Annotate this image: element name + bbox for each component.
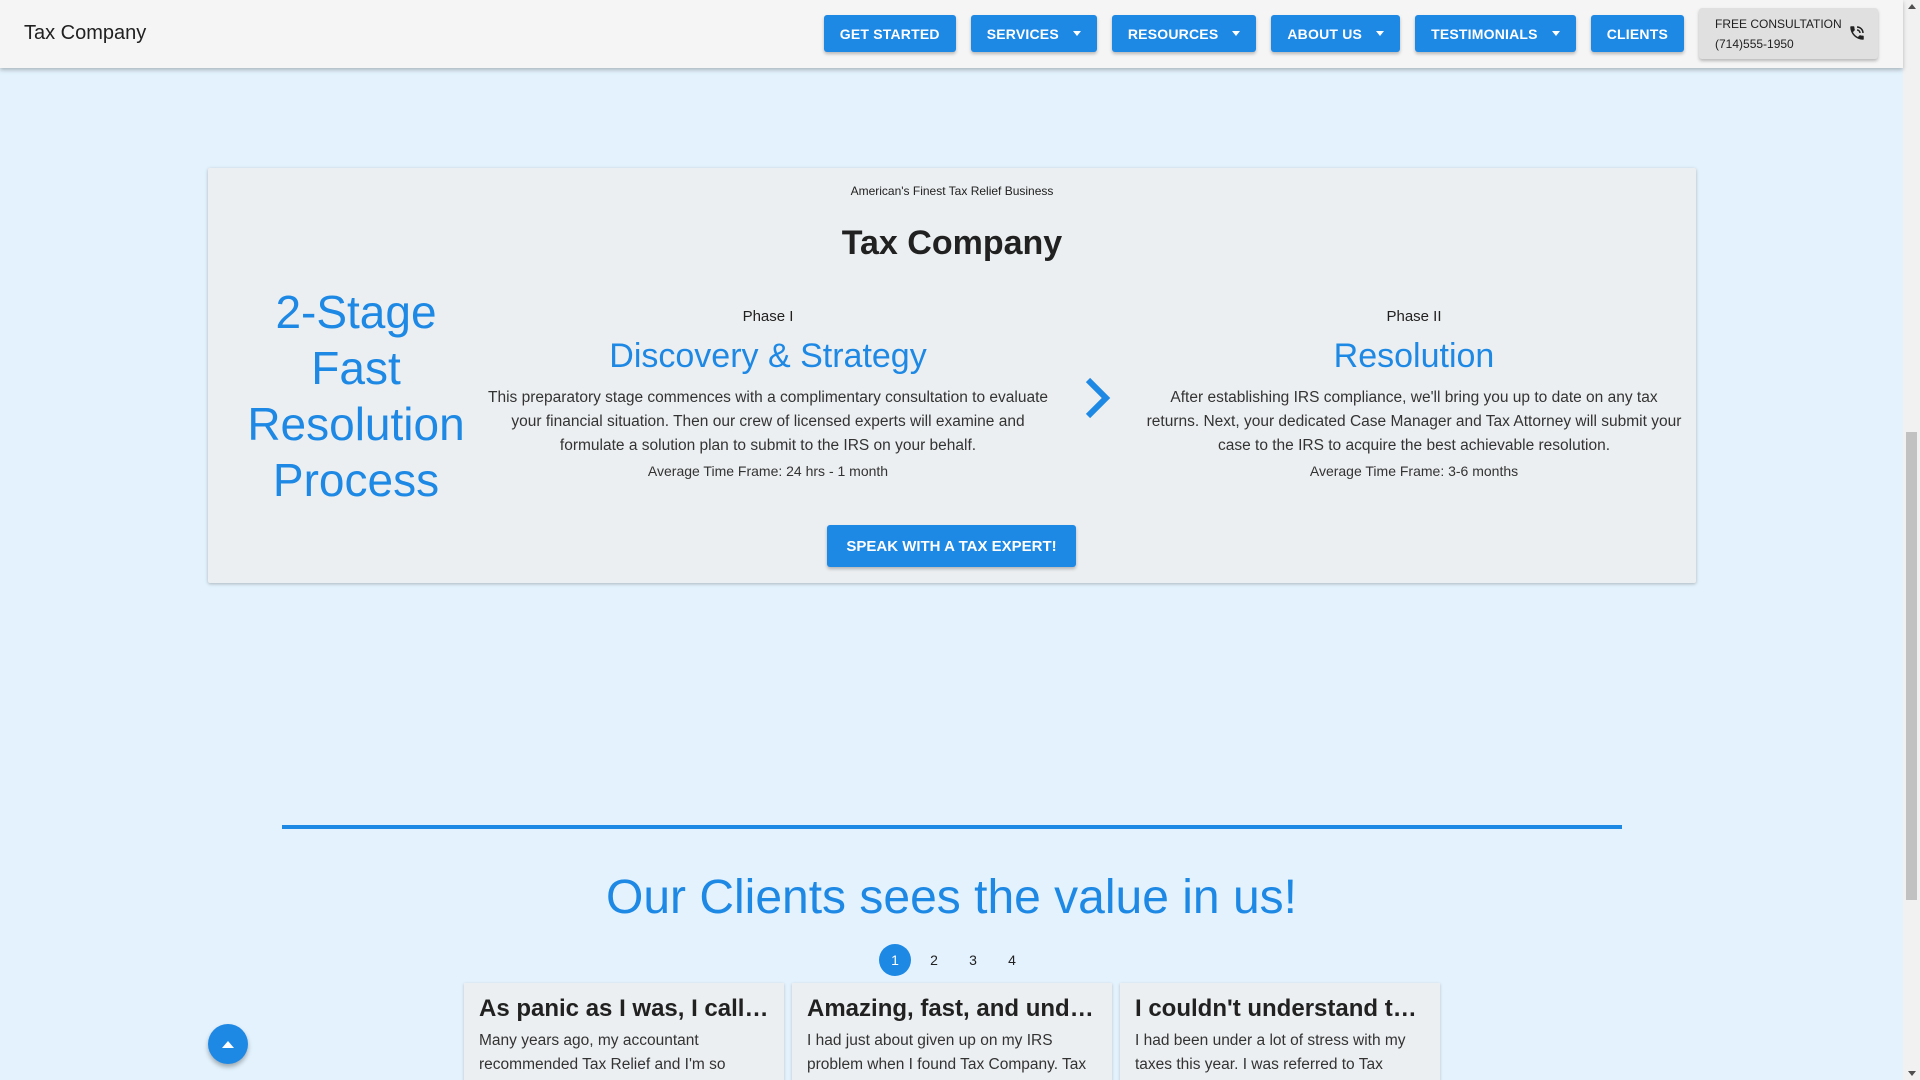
top-app-bar: Tax Company GET STARTED SERVICES RESOURC…: [0, 0, 1903, 68]
chevron-right-icon: [1080, 376, 1112, 425]
phase-heading: Discovery & Strategy: [609, 337, 927, 375]
testimonial-title: Amazing, fast, and under...: [807, 995, 1097, 1022]
nav-button-label: RESOURCES: [1127, 25, 1219, 42]
nav-button-label: SERVICES: [986, 25, 1059, 42]
arrow-up-icon: [222, 1040, 234, 1048]
phone-icon: [1848, 24, 1866, 47]
caret-down-icon: [1232, 31, 1241, 36]
nav-testimonials-button[interactable]: TESTIMONIALS: [1415, 15, 1576, 52]
consult-label: FREE CONSULTATION: [1715, 16, 1842, 31]
testimonial-title: As panic as I was, I calle...: [479, 995, 769, 1022]
consult-phone: (714)555-1950: [1715, 36, 1794, 51]
testimonial-list: As panic as I was, I calle... Many years…: [464, 983, 1440, 1080]
phase-time-frame: Average Time Frame: 3-6 months: [1309, 463, 1519, 479]
brand-title[interactable]: Tax Company: [24, 22, 146, 45]
page-button-1[interactable]: 1: [879, 944, 911, 976]
speak-with-expert-button[interactable]: SPEAK WITH A TAX EXPERT!: [827, 525, 1076, 567]
phase-description: This preparatory stage commences with a …: [488, 389, 1048, 454]
nav-button-label: GET STARTED: [839, 25, 940, 42]
page-button-3[interactable]: 3: [957, 944, 989, 976]
nav-button-label: TESTIMONIALS: [1431, 25, 1538, 42]
phase-label: Phase I: [742, 308, 794, 325]
nav-clients-button[interactable]: CLIENTS: [1590, 15, 1684, 52]
card-title: Tax Company: [841, 224, 1063, 262]
phase-one: Phase I Discovery & Strategy This prepar…: [488, 308, 1048, 479]
page-scrollbar[interactable]: [1903, 0, 1920, 1080]
phase-two: Phase II Resolution After establishing I…: [1144, 308, 1684, 479]
testimonial-body: Many years ago, my accountant recommende…: [479, 1032, 726, 1073]
scroll-up-arrow-icon[interactable]: [1908, 4, 1916, 9]
testimonial-pager: 1 2 3 4: [879, 944, 1028, 976]
nav-button-label: ABOUT US: [1287, 25, 1363, 42]
nav-button-label: CLIENTS: [1606, 25, 1668, 42]
nav-resources-button[interactable]: RESOURCES: [1111, 15, 1257, 52]
page-button-2[interactable]: 2: [918, 944, 950, 976]
testimonial-title: I couldn't understand the...: [1135, 995, 1425, 1022]
section-divider: [282, 825, 1622, 829]
process-card: American's Finest Tax Relief Business Ta…: [208, 168, 1696, 583]
caret-down-icon: [1072, 31, 1081, 36]
nav-services-button[interactable]: SERVICES: [970, 15, 1097, 52]
caret-down-icon: [1551, 31, 1560, 36]
phase-time-frame: Average Time Frame: 24 hrs - 1 month: [647, 463, 889, 479]
nav-about-us-button[interactable]: ABOUT US: [1271, 15, 1401, 52]
testimonial-card[interactable]: As panic as I was, I calle... Many years…: [464, 983, 784, 1080]
tagline: American's Finest Tax Relief Business: [850, 184, 1054, 198]
back-to-top-button[interactable]: [208, 1024, 248, 1064]
testimonial-card[interactable]: Amazing, fast, and under... I had just a…: [792, 983, 1112, 1080]
phase-label: Phase II: [1386, 308, 1442, 325]
caret-down-icon: [1376, 31, 1385, 36]
free-consultation-button[interactable]: FREE CONSULTATION (714)555-1950: [1699, 8, 1878, 59]
scroll-down-arrow-icon[interactable]: [1908, 1071, 1916, 1076]
phase-heading: Resolution: [1333, 337, 1495, 375]
process-title: 2-Stage Fast Resolution Process: [247, 286, 465, 506]
nav-get-started-button[interactable]: GET STARTED: [823, 15, 956, 52]
phase-description: After establishing IRS compliance, we'll…: [1146, 389, 1682, 454]
page-button-4[interactable]: 4: [996, 944, 1028, 976]
testimonial-body: I had been under a lot of stress with my…: [1135, 1032, 1406, 1073]
testimonial-body: I had just about given up on my IRS prob…: [807, 1032, 1087, 1073]
scrollbar-thumb[interactable]: [1906, 432, 1917, 900]
main-nav: GET STARTED SERVICES RESOURCES ABOUT US …: [823, 8, 1878, 59]
clients-title: Our Clients sees the value in us!: [605, 871, 1297, 924]
testimonial-card[interactable]: I couldn't understand the... I had been …: [1120, 983, 1440, 1080]
